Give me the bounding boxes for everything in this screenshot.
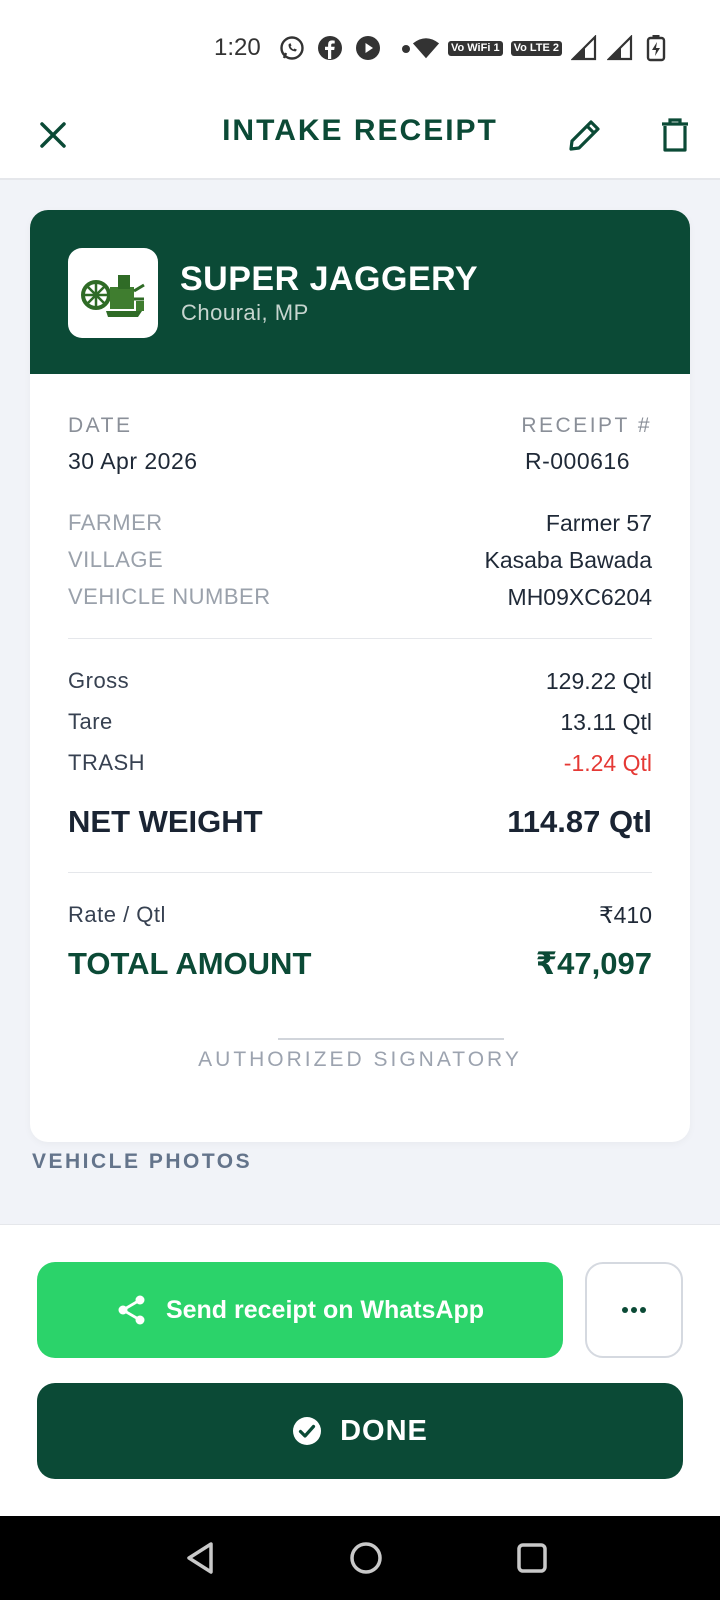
share-icon xyxy=(118,1295,145,1325)
authorized-signatory-label: AUTHORIZED SIGNATORY xyxy=(198,1048,522,1071)
gross-value: 129.22 Qtl xyxy=(545,668,652,694)
facebook-icon xyxy=(316,34,344,62)
tare-value: 13.11 Qtl xyxy=(560,709,652,735)
check-circle-icon xyxy=(293,1417,322,1445)
signature-line xyxy=(278,1038,504,1040)
divider xyxy=(68,638,652,639)
rate-value: ₹410 xyxy=(598,902,652,928)
vehicle-number-label: VEHICLE NUMBER xyxy=(68,584,271,609)
signal-icon xyxy=(606,34,634,62)
bottom-action-panel: Send receipt on WhatsApp DONE xyxy=(0,1224,720,1516)
system-nav-bar xyxy=(0,1516,720,1600)
total-amount-label: TOTAL AMOUNT xyxy=(68,946,312,981)
recents-square-icon xyxy=(517,1543,547,1573)
business-logo xyxy=(68,248,158,338)
net-weight-label: NET WEIGHT xyxy=(68,804,263,839)
village-value: Kasaba Bawada xyxy=(484,547,652,573)
trash-icon xyxy=(662,118,688,152)
home-circle-icon xyxy=(350,1542,382,1574)
nav-home-button[interactable] xyxy=(342,1534,390,1582)
gross-label: Gross xyxy=(68,668,130,693)
status-time: 1:20 xyxy=(214,34,261,61)
page-title: INTAKE RECEIPT xyxy=(222,114,498,147)
receipt-card-header: SUPER JAGGERY Chourai, MP xyxy=(30,210,690,374)
send-whatsapp-button[interactable]: Send receipt on WhatsApp xyxy=(37,1262,563,1358)
battery-charging-icon xyxy=(642,34,670,62)
status-bar: 1:20 Vo WiFi 1 Vo LTE 2 xyxy=(0,0,720,96)
village-label: VILLAGE xyxy=(68,547,164,572)
tare-label: Tare xyxy=(68,709,113,734)
back-triangle-icon xyxy=(187,1542,213,1574)
vehicle-number-value: MH09XC6204 xyxy=(507,584,652,610)
youtube-icon xyxy=(354,34,382,62)
business-name: SUPER JAGGERY xyxy=(180,260,479,298)
signal-icon xyxy=(570,34,598,62)
nav-recents-button[interactable] xyxy=(508,1534,556,1582)
farmer-label: FARMER xyxy=(68,510,163,535)
pencil-icon xyxy=(569,120,600,151)
delete-button[interactable] xyxy=(650,110,700,160)
send-whatsapp-label: Send receipt on WhatsApp xyxy=(165,1295,485,1324)
trash-label: TRASH xyxy=(68,750,146,775)
rate-label: Rate / Qtl xyxy=(68,902,166,927)
sugarcane-crusher-icon xyxy=(81,275,145,317)
whatsapp-icon xyxy=(278,34,306,62)
vowifi-icon: Vo WiFi 1 xyxy=(447,40,503,56)
business-location: Chourai, MP xyxy=(181,300,309,325)
receipt-card: SUPER JAGGERY Chourai, MP DATE 30 Apr 20… xyxy=(30,210,690,1142)
more-options-button[interactable] xyxy=(585,1262,683,1358)
app-header: INTAKE RECEIPT xyxy=(0,96,720,180)
more-horizontal-icon xyxy=(622,1307,646,1313)
farmer-value: Farmer 57 xyxy=(545,510,652,536)
date-value: 30 Apr 2026 xyxy=(68,448,198,474)
divider xyxy=(68,872,652,873)
wifi-icon xyxy=(412,34,440,62)
trash-value: -1.24 Qtl xyxy=(563,750,652,776)
done-button[interactable]: DONE xyxy=(37,1383,683,1479)
date-label: DATE xyxy=(68,414,133,437)
nav-back-button[interactable] xyxy=(176,1534,224,1582)
net-weight-value: 114.87 Qtl xyxy=(507,804,652,839)
receipt-number-value: R-000616 xyxy=(524,448,630,474)
content-area[interactable]: SUPER JAGGERY Chourai, MP DATE 30 Apr 20… xyxy=(0,180,720,1224)
done-label: DONE xyxy=(340,1414,428,1447)
volte-icon: Vo LTE 2 xyxy=(510,40,562,56)
vehicle-photos-title: VEHICLE PHOTOS xyxy=(32,1150,253,1173)
total-amount-value: ₹47,097 xyxy=(535,946,652,981)
receipt-number-label: RECEIPT # xyxy=(521,414,652,437)
edit-button[interactable] xyxy=(560,110,610,160)
